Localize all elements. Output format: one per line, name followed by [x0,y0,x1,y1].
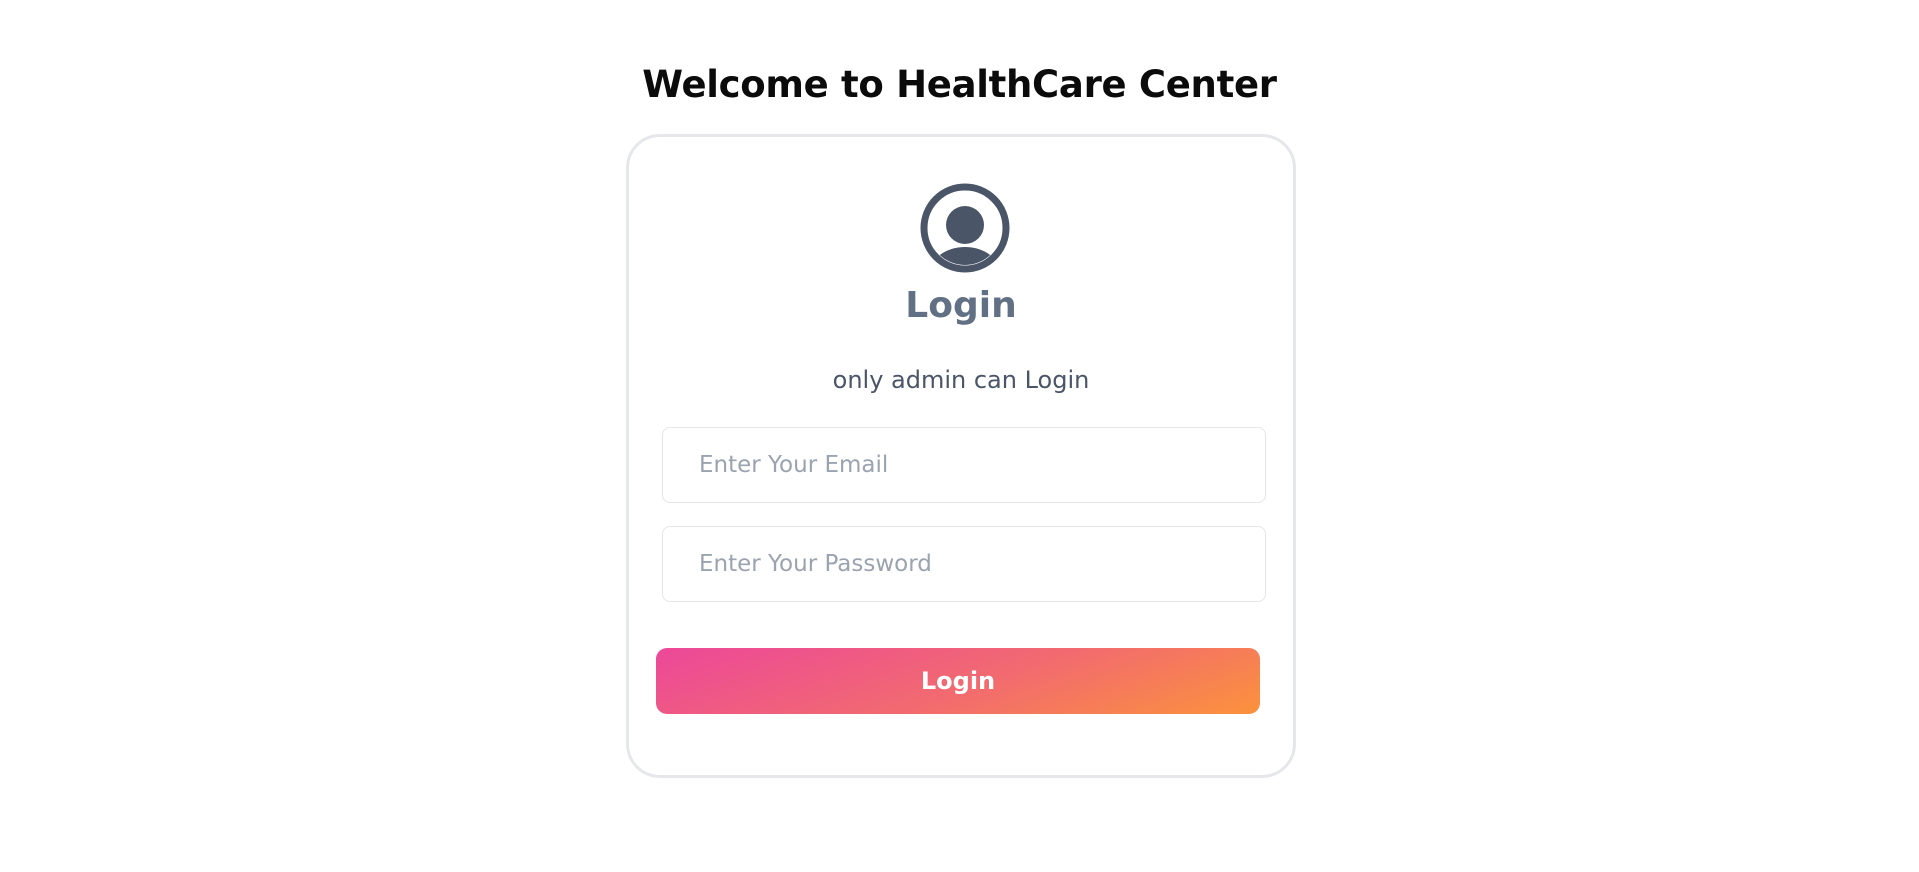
login-card: Login only admin can Login Login [626,134,1296,778]
login-heading: Login [905,285,1017,326]
email-field[interactable] [662,427,1266,503]
login-subtitle: only admin can Login [832,366,1090,394]
page-title: Welcome to HealthCare Center [642,63,1277,106]
user-circle-icon [920,183,1010,273]
login-button[interactable]: Login [656,648,1260,714]
login-page: Welcome to HealthCare Center Login only … [0,0,1919,872]
password-field[interactable] [662,526,1266,602]
